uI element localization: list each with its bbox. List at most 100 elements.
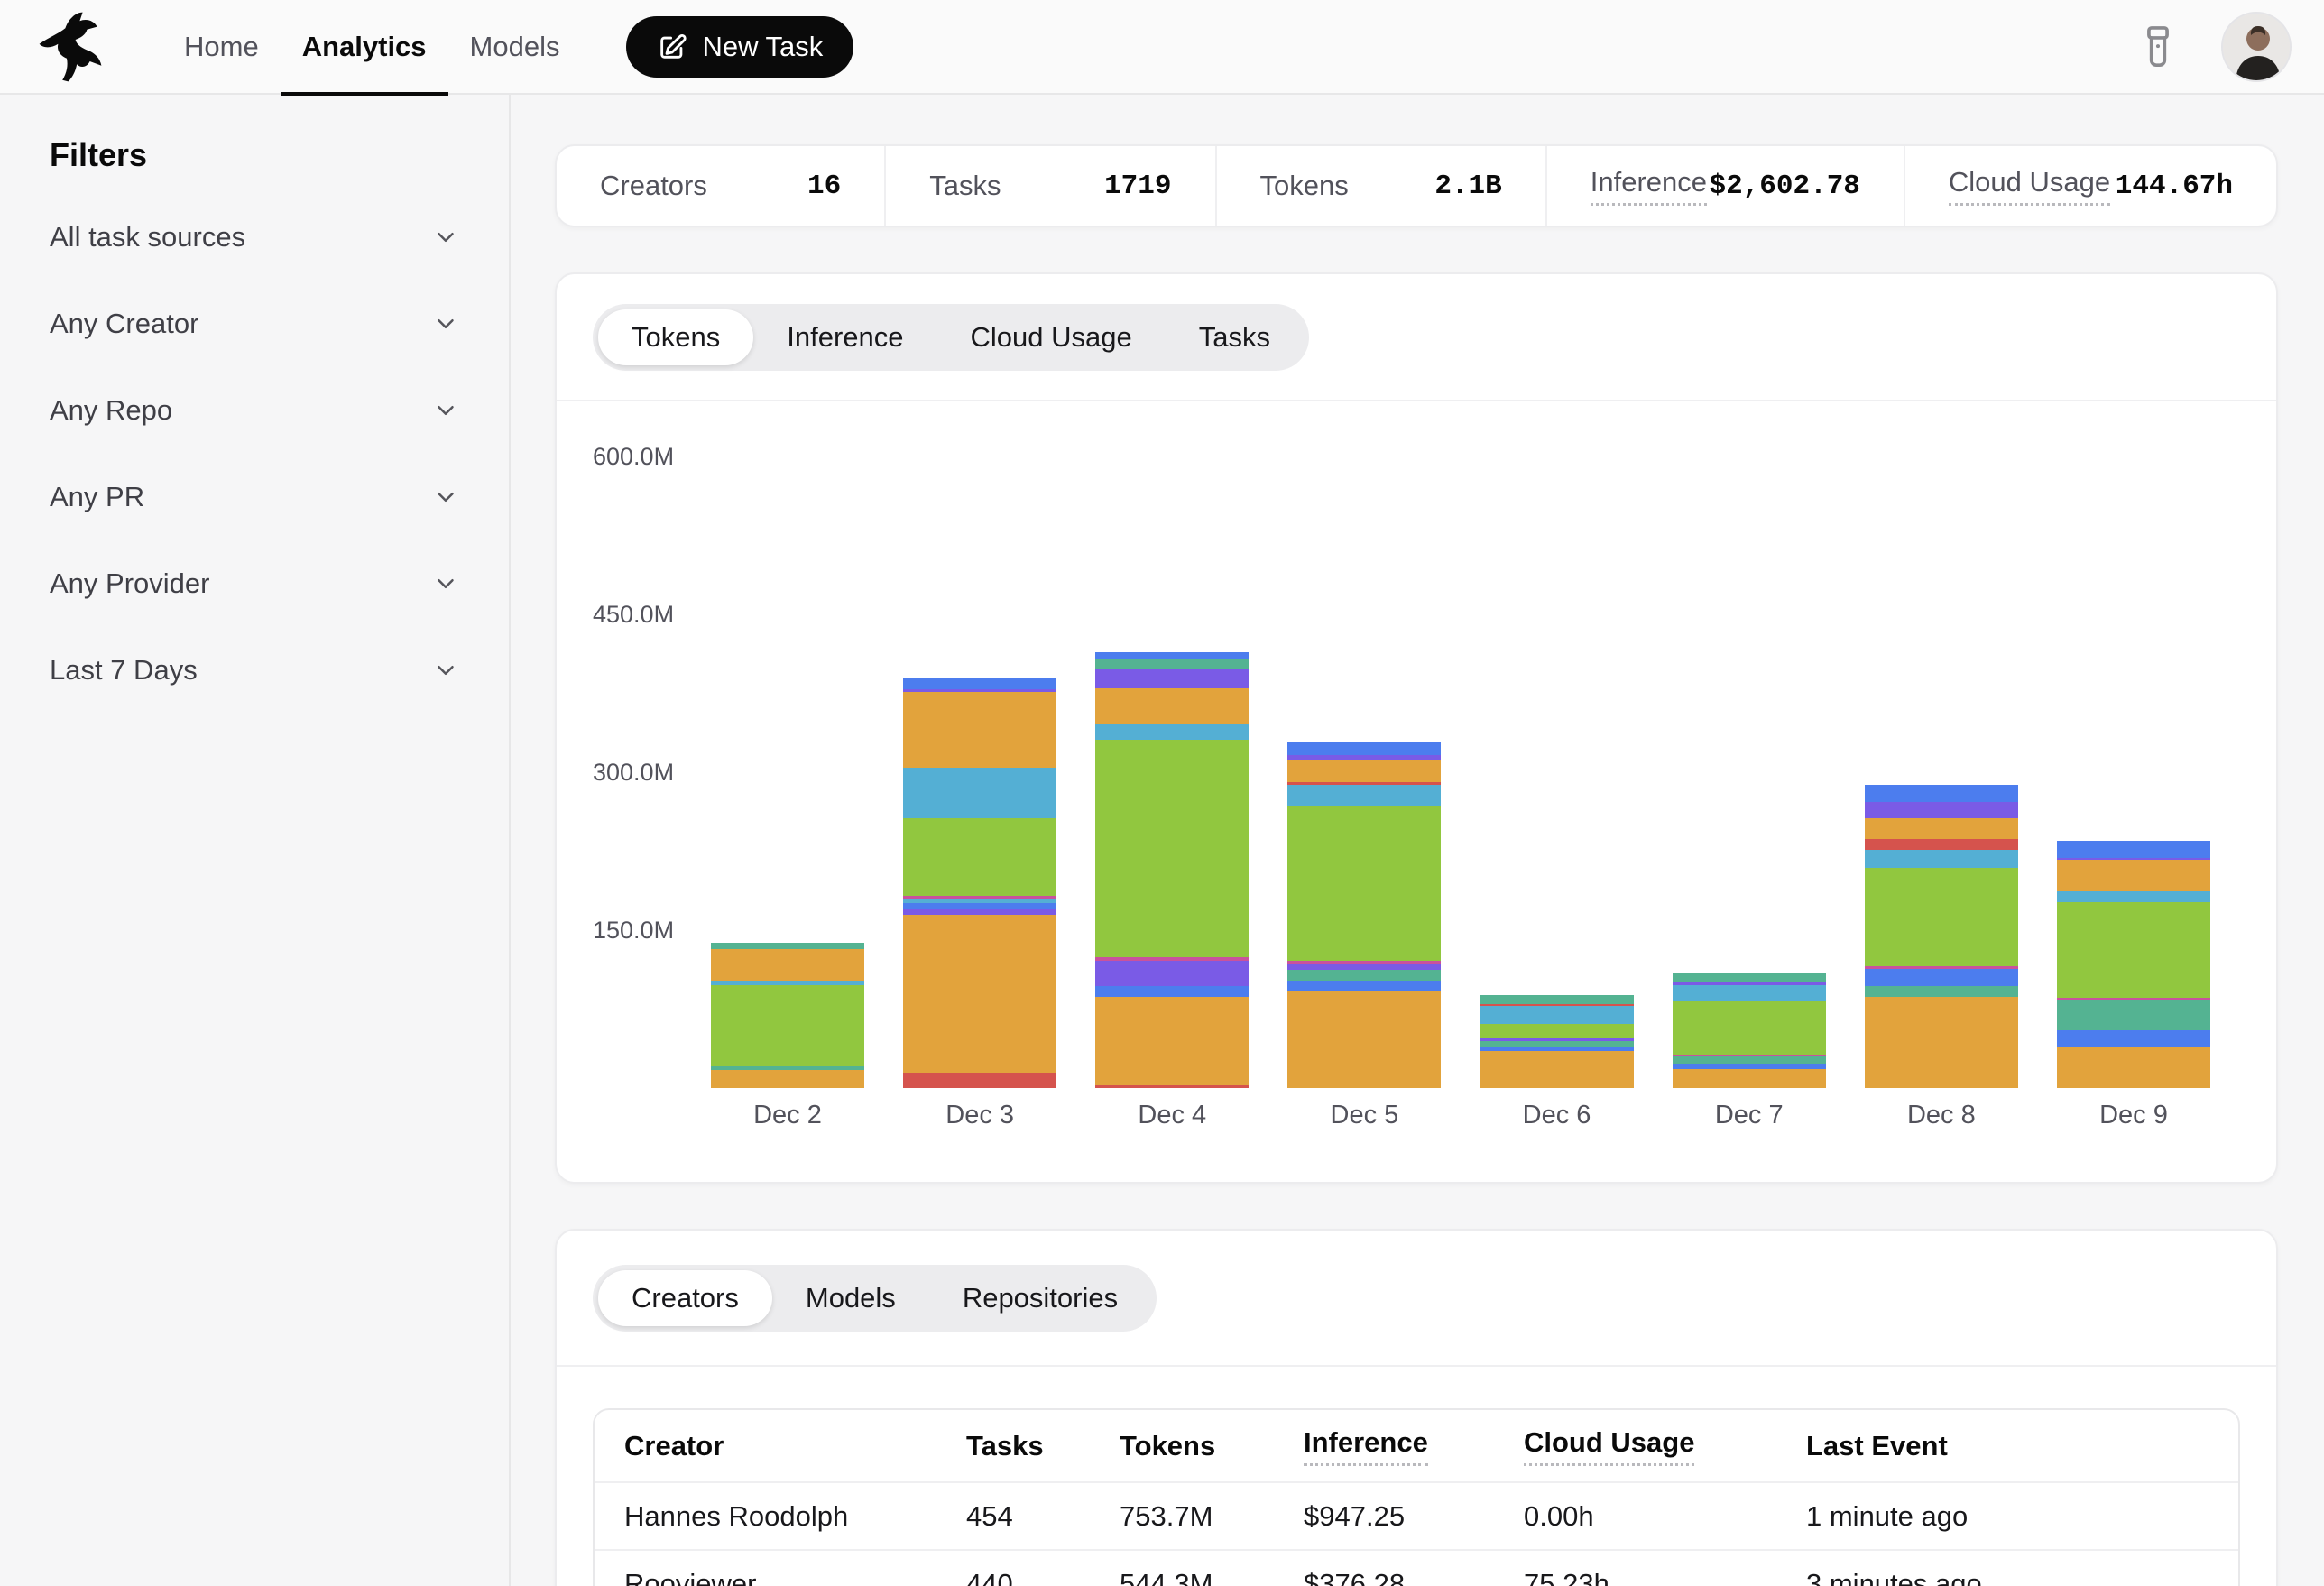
bar-dec-7[interactable] bbox=[1673, 973, 1826, 1088]
bar-segment-green bbox=[903, 818, 1056, 895]
stat-label-cloud-usage: Cloud Usage bbox=[1949, 166, 2110, 206]
bar-segment-teal bbox=[1287, 970, 1441, 981]
chart-tab-cloud-usage[interactable]: Cloud Usage bbox=[937, 309, 1166, 365]
bar-segment-blue bbox=[2057, 1030, 2210, 1047]
bar-segment-green bbox=[1095, 740, 1249, 958]
filter-creator[interactable]: Any Creator bbox=[50, 281, 459, 367]
bar-segment-green bbox=[1480, 1024, 1634, 1038]
chevron-down-icon bbox=[432, 484, 459, 511]
stat-label-inference: Inference bbox=[1591, 166, 1707, 206]
chevron-down-icon bbox=[432, 310, 459, 337]
bar-segment-blue bbox=[1287, 742, 1441, 755]
stat-tasks: Tasks 1719 bbox=[886, 146, 1216, 226]
cell-tasks: 454 bbox=[966, 1482, 1120, 1550]
breakdown-tab-label: Repositories bbox=[963, 1282, 1118, 1314]
cell-creator: Rooviewer bbox=[595, 1550, 966, 1586]
bar-segment-teal bbox=[1865, 986, 2018, 997]
chart-tab-tasks[interactable]: Tasks bbox=[1166, 309, 1304, 365]
bar-segment-blue bbox=[2057, 841, 2210, 858]
bar-segment-skyblue bbox=[1095, 724, 1249, 740]
column-header-creator: Creator bbox=[595, 1410, 966, 1482]
flashlight-icon[interactable] bbox=[2138, 23, 2178, 70]
bar-dec-9[interactable] bbox=[2057, 841, 2210, 1088]
nav-item-models[interactable]: Models bbox=[448, 0, 582, 94]
column-header-cloud-usage[interactable]: Cloud Usage bbox=[1524, 1410, 1806, 1482]
filter-task-sources[interactable]: All task sources bbox=[50, 194, 459, 281]
bar-dec-8[interactable] bbox=[1865, 785, 2018, 1088]
table-row[interactable]: Rooviewer 440 544.3M $376.28 75.23h 3 mi… bbox=[595, 1550, 2238, 1586]
x-axis-label: Dec 8 bbox=[1865, 1101, 2018, 1130]
y-axis-tick-label: 300.0M bbox=[593, 759, 674, 786]
bar-dec-5[interactable] bbox=[1287, 742, 1441, 1088]
chart-tab-label: Tasks bbox=[1199, 321, 1270, 354]
column-header-inference[interactable]: Inference bbox=[1304, 1410, 1524, 1482]
bar-segment-skyblue bbox=[1480, 1006, 1634, 1024]
bar-segment-green bbox=[1673, 1001, 1826, 1054]
cell-inference: $376.28 bbox=[1304, 1550, 1524, 1586]
nav-label-analytics: Analytics bbox=[302, 31, 427, 63]
bar-dec-2[interactable] bbox=[711, 943, 864, 1088]
filter-pr[interactable]: Any PR bbox=[50, 454, 459, 540]
new-task-label: New Task bbox=[702, 31, 823, 63]
bar-segment-skyblue bbox=[1865, 850, 2018, 868]
filter-repo[interactable]: Any Repo bbox=[50, 367, 459, 454]
breakdown-tab-creators[interactable]: Creators bbox=[598, 1270, 772, 1326]
stat-inference[interactable]: Inference $2,602.78 bbox=[1547, 146, 1905, 226]
x-axis-label: Dec 4 bbox=[1095, 1101, 1249, 1130]
breakdown-tab-models[interactable]: Models bbox=[772, 1270, 929, 1326]
bar-segment-skyblue bbox=[1673, 985, 1826, 1002]
chart-tab-inference[interactable]: Inference bbox=[753, 309, 936, 365]
avatar[interactable] bbox=[2221, 12, 2292, 82]
y-axis-tick-label: 450.0M bbox=[593, 601, 674, 628]
kangaroo-logo-icon bbox=[38, 10, 124, 84]
bar-segment-orange bbox=[1865, 997, 2018, 1089]
y-axis-tick-label: 600.0M bbox=[593, 443, 674, 470]
stat-cloud-usage[interactable]: Cloud Usage 144.67h bbox=[1905, 146, 2276, 226]
chart-tab-label: Tokens bbox=[632, 321, 720, 354]
cell-cloud-usage: 75.23h bbox=[1524, 1550, 1806, 1586]
nav-item-analytics[interactable]: Analytics bbox=[281, 0, 448, 94]
bar-segment-skyblue bbox=[1287, 785, 1441, 806]
bar-dec-3[interactable] bbox=[903, 678, 1056, 1088]
filter-provider[interactable]: Any Provider bbox=[50, 540, 459, 627]
cell-tokens: 544.3M bbox=[1120, 1550, 1304, 1586]
kangaroo-logo[interactable] bbox=[0, 10, 162, 84]
filters-title: Filters bbox=[50, 136, 459, 174]
chevron-down-icon bbox=[432, 657, 459, 684]
column-header-tasks: Tasks bbox=[966, 1410, 1120, 1482]
bar-dec-6[interactable] bbox=[1480, 995, 1634, 1088]
bar-segment-blue bbox=[1095, 652, 1249, 659]
bar-segment-skyblue bbox=[903, 768, 1056, 818]
bar-segment-purple bbox=[1095, 669, 1249, 688]
bar-segment-orange bbox=[1673, 1069, 1826, 1088]
bar-segment-teal bbox=[2057, 1000, 2210, 1030]
chart-tab-tokens[interactable]: Tokens bbox=[598, 309, 753, 365]
filter-date-range[interactable]: Last 7 Days bbox=[50, 627, 459, 714]
table-row[interactable]: Hannes Roodolph 454 753.7M $947.25 0.00h… bbox=[595, 1482, 2238, 1550]
chart-tabs-header: Tokens Inference Cloud Usage Tasks bbox=[557, 274, 2276, 401]
chevron-down-icon bbox=[432, 570, 459, 597]
nav-item-home[interactable]: Home bbox=[162, 0, 281, 94]
x-labels-row: Dec 2Dec 3Dec 4Dec 5Dec 6Dec 7Dec 8Dec 9 bbox=[711, 1101, 2210, 1130]
bar-segment-blue bbox=[1865, 785, 2018, 802]
stat-label-tasks: Tasks bbox=[929, 170, 1001, 202]
bar-dec-4[interactable] bbox=[1095, 652, 1249, 1088]
breakdown-card: Creators Models Repositories Creator Tas… bbox=[555, 1229, 2278, 1586]
stat-label-tokens: Tokens bbox=[1260, 170, 1349, 202]
breakdown-tab-repositories[interactable]: Repositories bbox=[929, 1270, 1151, 1326]
bar-segment-orange bbox=[1287, 760, 1441, 782]
bar-segment-blue bbox=[1287, 981, 1441, 991]
bar-segment-orange bbox=[1865, 818, 2018, 838]
bar-segment-blue bbox=[1095, 986, 1249, 997]
stat-creators: Creators 16 bbox=[557, 146, 886, 226]
bar-segment-orange bbox=[1095, 997, 1249, 1085]
filter-label: Any Provider bbox=[50, 567, 209, 600]
breakdown-tabs-header: Creators Models Repositories bbox=[557, 1231, 2276, 1367]
bar-segment-purple bbox=[1095, 961, 1249, 986]
filter-label: Any PR bbox=[50, 481, 144, 513]
new-task-button[interactable]: New Task bbox=[626, 16, 853, 78]
bar-segment-orange bbox=[1287, 991, 1441, 1089]
main-content: Creators 16 Tasks 1719 Tokens 2.1B Infer… bbox=[511, 95, 2324, 1586]
top-navigation-bar: Home Analytics Models New Task bbox=[0, 0, 2324, 95]
bar-segment-orange bbox=[903, 915, 1056, 1073]
